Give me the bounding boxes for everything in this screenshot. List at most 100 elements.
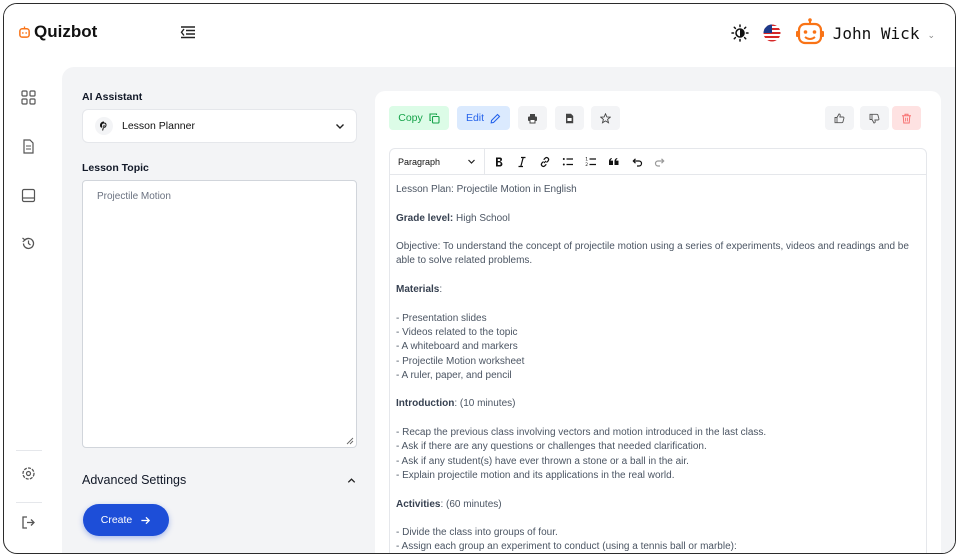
brand-name: Quizbot <box>34 22 98 41</box>
italic-icon <box>518 156 525 167</box>
materials-key: Materials <box>396 284 440 296</box>
list-item: - A ruler, paper, and pencil <box>396 369 512 381</box>
list-item: - Recap the previous class involving vec… <box>396 427 767 439</box>
us-flag-icon[interactable] <box>763 24 781 42</box>
trash-icon <box>902 113 911 123</box>
undo-button[interactable] <box>625 151 648 173</box>
theme-toggle-icon[interactable] <box>731 24 749 42</box>
pinterest-icon <box>95 117 113 135</box>
advanced-settings-label: Advanced Settings <box>82 473 187 487</box>
sidebar-divider <box>16 502 42 503</box>
doc-title: Lesson Plan: Projectile Motion in Englis… <box>396 184 577 195</box>
lesson-topic-value: Projectile Motion <box>97 191 171 202</box>
history-icon[interactable] <box>21 236 36 251</box>
list-item: - Presentation slides <box>396 312 487 324</box>
resize-handle-icon[interactable] <box>346 437 354 445</box>
list-item: - Videos related to the topic <box>396 326 518 338</box>
grade-value: High School <box>453 212 510 224</box>
paragraph-style-value: Paragraph <box>398 156 441 167</box>
doc-intro-list: - Recap the previous class involving vec… <box>396 426 920 483</box>
chevron-up-icon <box>347 477 356 483</box>
copy-button[interactable]: Copy <box>389 106 449 130</box>
doc-intro-heading: Introduction: (10 minutes) <box>396 397 920 411</box>
create-button-label: Create <box>100 514 133 526</box>
favorite-button[interactable] <box>591 106 620 130</box>
doc-file-icon <box>566 113 574 123</box>
redo-icon <box>654 157 665 167</box>
list-item: - Ask if there are any questions or chal… <box>396 441 707 453</box>
activities-key: Activities <box>396 498 441 510</box>
paragraph-style-select[interactable]: Paragraph <box>390 149 485 175</box>
robot-logo-icon <box>19 25 30 38</box>
numbered-list-button[interactable]: 1 2 <box>579 151 602 173</box>
lesson-topic-input[interactable]: Projectile Motion <box>82 180 357 448</box>
print-icon <box>528 113 537 123</box>
list-item: - Divide the class into groups of four. <box>396 527 558 539</box>
doc-materials-heading: Materials: <box>396 283 920 297</box>
doc-materials-list: - Presentation slides - Videos related t… <box>396 312 920 383</box>
inbox-icon[interactable] <box>21 188 36 203</box>
list-item: - Assign each group an experiment to con… <box>396 541 737 553</box>
bullet-list-icon <box>562 157 573 165</box>
intro-suffix: : (10 minutes) <box>454 398 516 410</box>
ai-assistant-select[interactable]: Lesson Planner <box>82 109 357 143</box>
undo-icon <box>631 157 642 167</box>
doc-activities-heading: Activities: (60 minutes) <box>396 498 920 512</box>
italic-button[interactable] <box>510 151 533 173</box>
list-item: - Ask if any student(s) have ever thrown… <box>396 455 689 467</box>
blockquote-button[interactable] <box>602 151 625 173</box>
copy-icon <box>429 112 440 124</box>
quote-icon <box>608 157 618 165</box>
list-item: - Explain projectile motion and its appl… <box>396 469 675 481</box>
star-icon <box>600 112 611 124</box>
rich-text-editor[interactable]: Paragraph 1 2 Lesson Plan: Projectile Mo… <box>389 148 927 553</box>
redo-button[interactable] <box>648 151 671 173</box>
menu-collapse-icon[interactable] <box>180 24 196 40</box>
pencil-icon <box>490 113 501 123</box>
copy-button-label: Copy <box>398 112 423 124</box>
arrow-right-icon <box>141 516 151 524</box>
chevron-down-icon <box>336 124 344 129</box>
materials-suffix: : <box>439 284 443 296</box>
bullet-list-button[interactable] <box>556 151 579 173</box>
doc-grade-line: Grade level: High School <box>396 212 920 226</box>
ai-assistant-label: AI Assistant <box>82 91 143 103</box>
robot-avatar-icon[interactable] <box>795 18 825 48</box>
advanced-settings-toggle[interactable]: Advanced Settings <box>82 473 357 487</box>
dislike-button[interactable] <box>860 106 889 130</box>
brand-logo[interactable]: Quizbot <box>18 22 97 42</box>
settings-icon[interactable] <box>21 466 36 481</box>
app-window: Quizbot John Wick ⌄ AI Assistant Lesson … <box>3 3 956 554</box>
print-button[interactable] <box>518 106 547 130</box>
numbered-list-icon: 1 2 <box>585 156 596 168</box>
logout-icon[interactable] <box>21 515 36 530</box>
download-doc-button[interactable] <box>555 106 584 130</box>
editor-content[interactable]: Lesson Plan: Projectile Motion in Englis… <box>390 175 926 553</box>
intro-key: Introduction <box>396 398 455 410</box>
edit-button-label: Edit <box>465 112 485 124</box>
sidebar-divider <box>16 450 42 451</box>
ai-assistant-value: Lesson Planner <box>122 120 195 132</box>
chevron-down-icon <box>468 159 475 164</box>
doc-activities-list: - Divide the class into groups of four. … <box>396 526 920 553</box>
list-item: - A whiteboard and markers <box>396 341 518 353</box>
like-button[interactable] <box>825 106 854 130</box>
link-button[interactable] <box>533 151 556 173</box>
sidebar <box>4 70 54 550</box>
user-menu-chevron-icon[interactable]: ⌄ <box>927 30 935 41</box>
user-name[interactable]: John Wick <box>833 24 920 43</box>
svg-text:2: 2 <box>585 162 588 168</box>
activities-suffix: : (60 minutes) <box>440 498 502 510</box>
header-actions: John Wick ⌄ <box>731 18 935 48</box>
grade-key: Grade level: <box>396 212 454 224</box>
dashboard-icon[interactable] <box>21 90 36 105</box>
delete-button[interactable] <box>892 106 921 130</box>
edit-button[interactable]: Edit <box>457 106 510 130</box>
bold-icon <box>495 157 502 166</box>
top-header: Quizbot John Wick ⌄ <box>4 4 955 62</box>
document-icon[interactable] <box>21 139 36 154</box>
editor-toolbar: Paragraph 1 2 <box>390 149 926 175</box>
output-panel: Copy Edit Paragraph 1 2 Lesson Plan: Pro… <box>375 91 941 553</box>
create-button[interactable]: Create <box>83 504 169 536</box>
bold-button[interactable] <box>487 151 510 173</box>
